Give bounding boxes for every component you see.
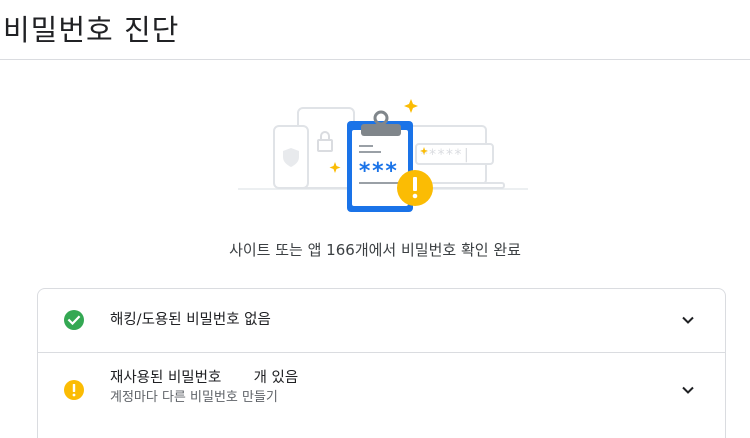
warning-badge-icon [397,170,433,206]
sparkle-icon [404,99,418,113]
page-title: 비밀번호 진단 [3,13,180,47]
results-panel: 해킹/도용된 비밀번호 없음 재사용된 비밀번호 개 있음 계정마다 다른 비밀… [37,288,726,438]
page-header: 비밀번호 진단 [0,0,750,60]
reused-passwords-row[interactable]: 재사용된 비밀번호 개 있음 계정마다 다른 비밀번호 만들기 [38,353,725,433]
compromised-passwords-row[interactable]: 해킹/도용된 비밀번호 없음 [38,289,725,353]
chevron-down-icon[interactable] [680,312,696,328]
reused-passwords-title: 재사용된 비밀번호 개 있음 [110,370,299,386]
compromised-passwords-title: 해킹/도용된 비밀번호 없음 [110,312,271,328]
checkup-summary: 사이트 또는 앱 166개에서 비밀번호 확인 완료 [229,241,521,259]
chevron-down-icon[interactable] [680,382,696,398]
masked-field-text: *****| [420,147,471,163]
reused-passwords-subtitle: 계정마다 다른 비밀번호 만들기 [110,390,278,405]
check-circle-icon [64,310,84,330]
password-checkup-illustration: *****| *** [238,99,528,212]
phone-icon [273,125,309,189]
warning-circle-icon [64,380,84,400]
password-mask-text: *** [358,159,398,184]
